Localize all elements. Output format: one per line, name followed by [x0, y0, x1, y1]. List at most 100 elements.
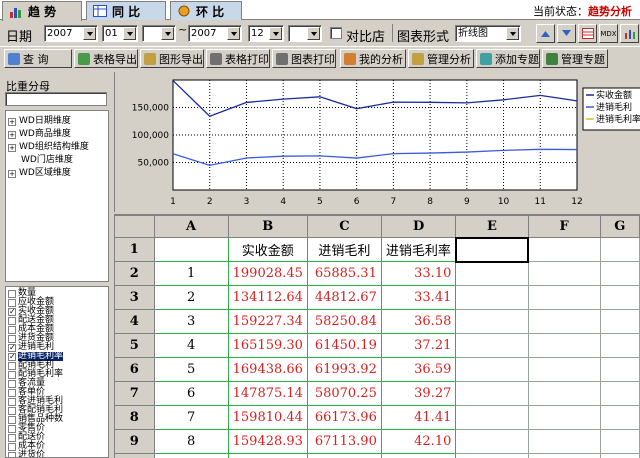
measure-checkbox[interactable]: ✓	[8, 352, 16, 361]
header-cell[interactable]: 进销毛利率	[380, 237, 457, 262]
measure-checkbox[interactable]: ✓	[8, 343, 16, 352]
tree-node[interactable]: + WD组织结构维度	[8, 141, 89, 153]
table-cell[interactable]: 68972.73	[306, 453, 382, 458]
table-cell[interactable]: 8	[153, 429, 229, 454]
table-cell[interactable]: 58250.84	[306, 309, 382, 334]
cell[interactable]	[455, 309, 529, 334]
table-cell[interactable]: 41.41	[380, 405, 457, 430]
table-cell[interactable]: 5	[153, 357, 229, 382]
cell[interactable]	[599, 429, 640, 454]
table-cell[interactable]: 1	[153, 261, 229, 286]
cell[interactable]	[455, 285, 529, 310]
cell[interactable]	[455, 261, 529, 286]
chevron-down-icon[interactable]	[161, 27, 174, 40]
table-cell[interactable]: 44812.67	[306, 285, 382, 310]
cell[interactable]	[599, 405, 640, 430]
column-header[interactable]: C	[306, 215, 382, 238]
chart-export-button[interactable]: 图形导出	[140, 49, 204, 68]
tree-node[interactable]: + WD日期维度	[8, 115, 71, 127]
cell[interactable]	[599, 453, 640, 458]
month-to-select[interactable]: 12	[248, 25, 284, 42]
chevron-down-icon[interactable]	[269, 27, 282, 40]
column-header[interactable]: A	[153, 215, 229, 238]
measure-checkbox[interactable]	[8, 406, 16, 415]
column-header[interactable]: D	[380, 215, 457, 238]
table-cell[interactable]: 65885.31	[306, 261, 382, 286]
table-cell[interactable]: 9	[153, 453, 229, 458]
table-cell[interactable]: 67113.90	[306, 429, 382, 454]
table-cell[interactable]: 165159.30	[227, 333, 308, 358]
cell[interactable]	[599, 309, 640, 334]
cell[interactable]	[455, 453, 529, 458]
chart-view-button[interactable]	[620, 24, 639, 43]
table-cell[interactable]: 37.21	[380, 333, 457, 358]
row-header[interactable]: 10	[114, 453, 155, 458]
cell[interactable]	[527, 333, 601, 358]
cell[interactable]	[527, 309, 601, 334]
tab-trend[interactable]: 趋 势	[2, 1, 82, 21]
table-cell[interactable]: 61450.19	[306, 333, 382, 358]
table-cell[interactable]: 39.27	[380, 381, 457, 406]
measure-checkbox[interactable]	[8, 325, 16, 334]
chevron-down-icon[interactable]	[123, 27, 136, 40]
table-cell[interactable]: 134112.64	[227, 285, 308, 310]
tree-node[interactable]: WD门店维度	[8, 154, 73, 166]
table-cell[interactable]: 159428.93	[227, 429, 308, 454]
cell[interactable]	[599, 285, 640, 310]
tab-mom[interactable]: 环 比	[170, 1, 242, 20]
column-header[interactable]: B	[227, 215, 308, 238]
row-header[interactable]: 7	[114, 381, 155, 406]
measure-checkbox[interactable]	[8, 334, 16, 343]
measure-checkbox[interactable]	[8, 442, 16, 451]
cell[interactable]	[527, 429, 601, 454]
header-cell[interactable]	[153, 237, 229, 262]
measure-item[interactable]: 进货价	[8, 451, 45, 457]
column-header[interactable]: F	[527, 215, 601, 238]
chevron-down-icon[interactable]	[83, 27, 96, 40]
measure-checkbox[interactable]	[8, 316, 16, 325]
manage-analysis-button[interactable]: 管理分析	[408, 49, 474, 68]
row-header[interactable]: 2	[114, 261, 155, 286]
table-cell[interactable]: 3	[153, 309, 229, 334]
table-cell[interactable]: 58070.25	[306, 381, 382, 406]
table-export-button[interactable]: 表格导出	[74, 49, 138, 68]
cell[interactable]	[455, 381, 529, 406]
table-cell[interactable]: 6	[153, 381, 229, 406]
row-header[interactable]: 6	[114, 357, 155, 382]
month-from-select[interactable]: 01	[102, 25, 138, 42]
cell[interactable]	[599, 381, 640, 406]
query-button[interactable]: 查 询	[4, 49, 72, 68]
cell[interactable]	[527, 237, 601, 262]
table-cell[interactable]: 42.10	[380, 429, 457, 454]
tab-yoy[interactable]: 同 比	[86, 1, 166, 20]
expand-icon[interactable]: +	[8, 170, 16, 178]
tree-node[interactable]: + WD区域维度	[8, 167, 71, 179]
year-from-select[interactable]: 2007	[44, 25, 98, 42]
cell[interactable]	[599, 261, 640, 286]
cell[interactable]	[527, 405, 601, 430]
measure-checkbox[interactable]	[8, 361, 16, 370]
cell[interactable]	[455, 429, 529, 454]
measure-checkbox[interactable]: ✓	[8, 307, 16, 316]
table-cell[interactable]: 43.55	[380, 453, 457, 458]
table-cell[interactable]: 36.59	[380, 357, 457, 382]
measure-checkbox[interactable]	[8, 388, 16, 397]
measure-checkbox[interactable]	[8, 424, 16, 433]
row-header[interactable]: 4	[114, 309, 155, 334]
header-cell[interactable]: 实收金额	[227, 237, 308, 262]
mdx-button[interactable]: MDX	[599, 24, 618, 43]
measure-checkbox[interactable]	[8, 298, 16, 307]
selected-cell[interactable]	[454, 236, 530, 263]
year-to-select[interactable]: 2007	[188, 25, 242, 42]
cell[interactable]	[455, 405, 529, 430]
chevron-down-icon[interactable]	[506, 27, 519, 40]
compare-store-checkbox[interactable]	[330, 27, 342, 39]
table-cell[interactable]: 159227.34	[227, 309, 308, 334]
move-up-button[interactable]	[536, 24, 555, 43]
cell[interactable]	[599, 357, 640, 382]
table-cell[interactable]: 158389.37	[227, 453, 308, 458]
measure-checkbox[interactable]	[8, 397, 16, 406]
table-cell[interactable]: 33.10	[380, 261, 457, 286]
manage-topic-button[interactable]: 管理专题	[542, 49, 608, 68]
row-header[interactable]: 9	[114, 429, 155, 454]
